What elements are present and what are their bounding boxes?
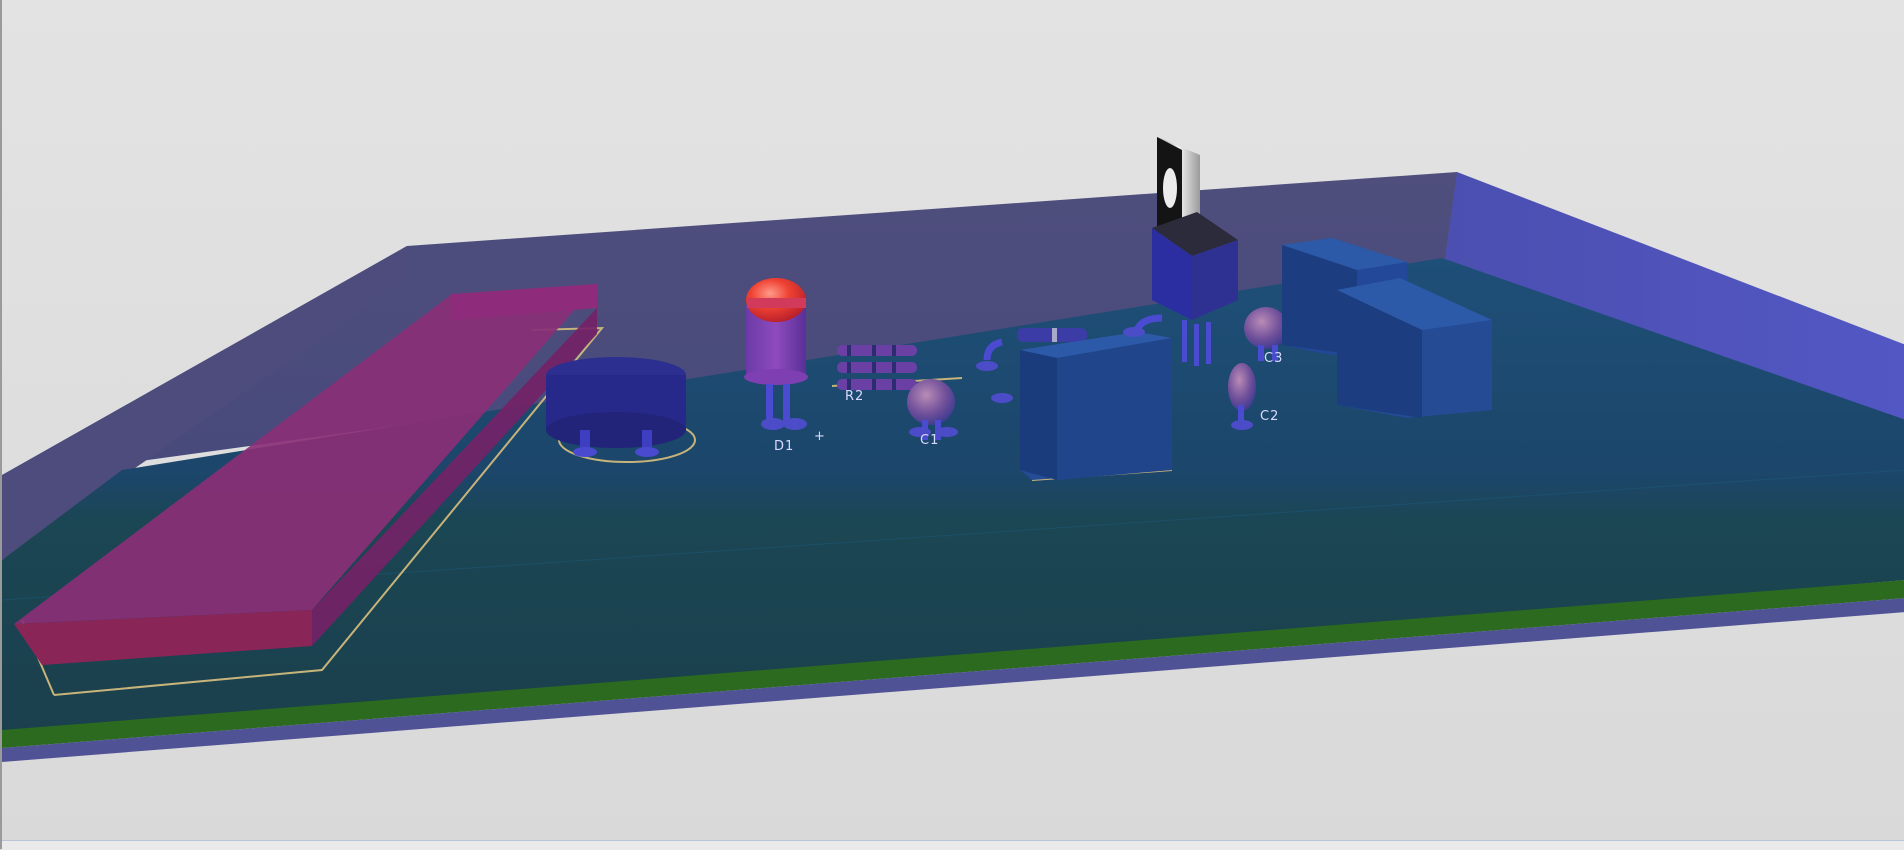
pcb-3d-scene[interactable]: D1 + R2 C1 C2 C3	[2, 0, 1904, 849]
relay-box-center[interactable]	[1020, 332, 1172, 480]
radial-capacitor[interactable]	[546, 357, 686, 457]
d1-silk-label: D1	[774, 439, 794, 454]
3d-pcb-viewport[interactable]: D1 + R2 C1 C2 C3	[0, 0, 1904, 850]
c3-silk-label: C3	[1264, 351, 1283, 366]
c2-silk-label: C2	[1260, 409, 1279, 424]
r2-silk-label: R2	[845, 389, 864, 404]
d1-polarity-mark: +	[814, 429, 826, 444]
c1-silk-label: C1	[920, 433, 939, 448]
